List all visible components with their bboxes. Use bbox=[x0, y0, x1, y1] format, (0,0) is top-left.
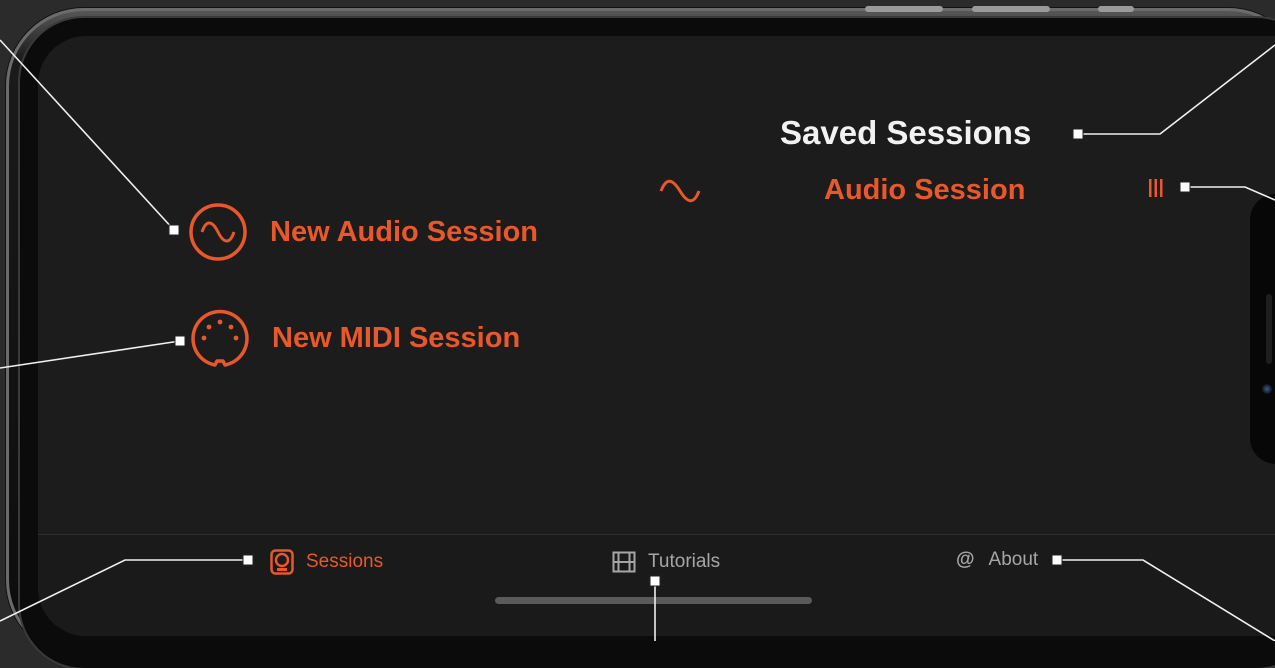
device-sensor-housing bbox=[1250, 194, 1275, 464]
earpiece-speaker bbox=[1266, 294, 1272, 364]
film-icon bbox=[612, 551, 636, 573]
tab-bar: Sessions Tutorials @ About bbox=[38, 534, 1275, 636]
device-side-button bbox=[1098, 6, 1134, 12]
at-icon: @ bbox=[956, 549, 975, 570]
tab-about[interactable]: @ About bbox=[956, 549, 1038, 571]
sine-wave-icon bbox=[659, 179, 701, 203]
new-midi-session-button[interactable]: New MIDI Session bbox=[190, 308, 520, 368]
new-midi-session-label: New MIDI Session bbox=[272, 321, 521, 354]
new-audio-session-label: New Audio Session bbox=[270, 215, 539, 248]
saved-sessions-title: Saved Sessions bbox=[780, 114, 1032, 151]
drag-handle-icon[interactable] bbox=[1148, 178, 1164, 198]
saved-session-row[interactable]: Audio Session bbox=[658, 172, 1168, 212]
tab-sessions-label: Sessions bbox=[306, 551, 384, 572]
sessions-icon bbox=[270, 549, 294, 575]
home-indicator[interactable] bbox=[495, 597, 812, 604]
tab-about-label: About bbox=[988, 549, 1039, 570]
new-audio-session-button[interactable]: New Audio Session bbox=[188, 202, 538, 262]
device-side-button bbox=[865, 6, 943, 12]
app-screen: New Audio Session New MIDI Session Saved… bbox=[38, 36, 1275, 636]
sine-wave-circle-icon bbox=[189, 203, 247, 261]
tab-tutorials[interactable]: Tutorials bbox=[612, 549, 720, 575]
tab-tutorials-label: Tutorials bbox=[648, 551, 721, 572]
tab-sessions[interactable]: Sessions bbox=[270, 549, 383, 575]
front-camera bbox=[1262, 384, 1272, 394]
saved-session-name: Audio Session bbox=[824, 174, 1026, 206]
device-side-button bbox=[972, 6, 1050, 12]
midi-connector-icon bbox=[191, 309, 249, 367]
